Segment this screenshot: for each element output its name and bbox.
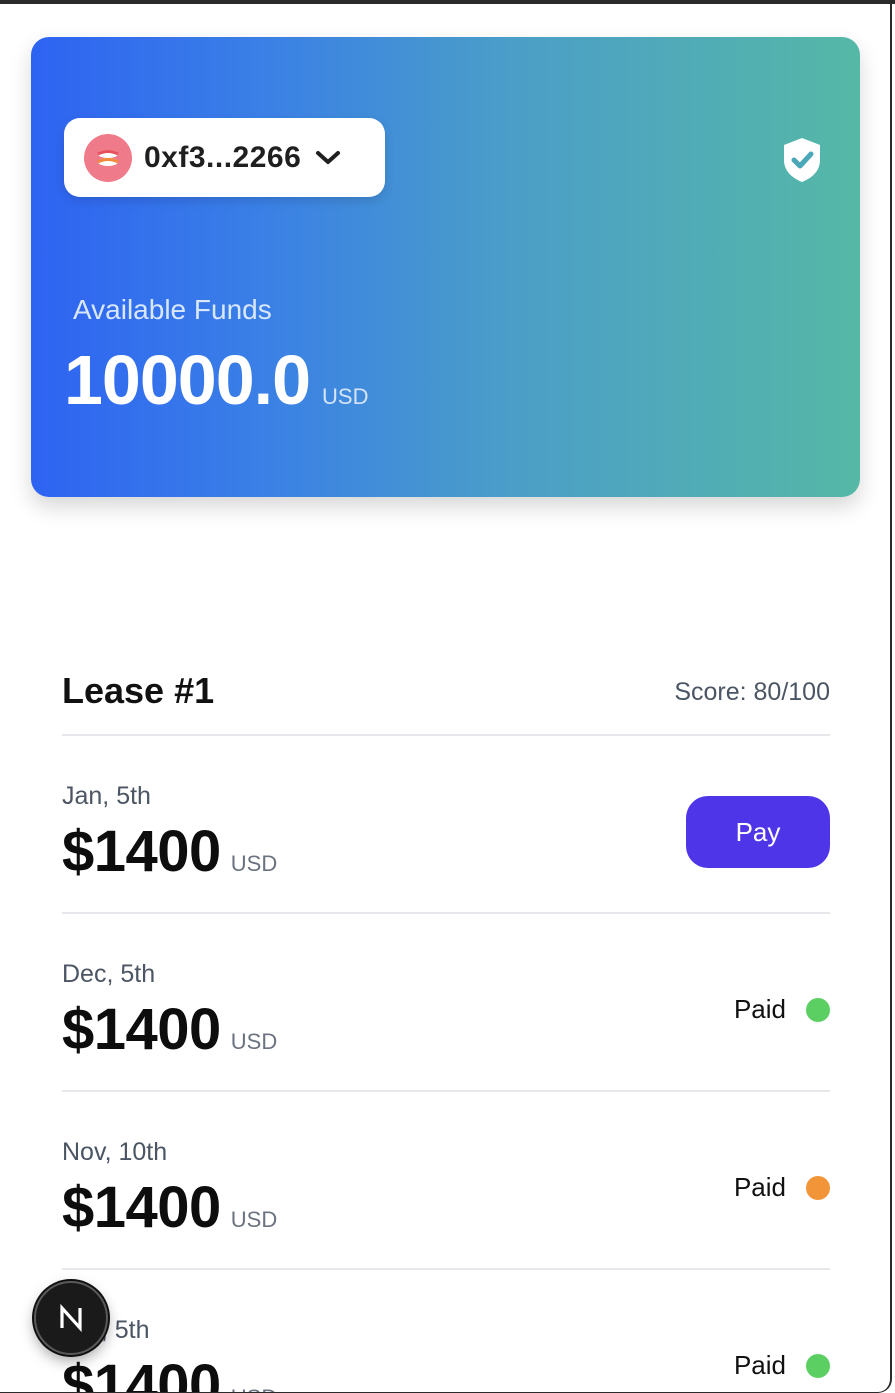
payment-row: Dec, 5th $1400 USD Paid <box>62 914 830 1092</box>
app-frame: 0xf3...2266 Available Funds 10000.0 USD … <box>0 4 892 1393</box>
available-funds-label: Available Funds <box>73 294 272 325</box>
payment-row: Jan, 5th $1400 USD Pay <box>62 736 830 914</box>
payment-currency: USD <box>230 851 278 876</box>
funds-amount: 10000.0 <box>64 341 311 419</box>
payment-amount: $1400 <box>62 997 221 1062</box>
nextjs-dev-indicator-button[interactable] <box>34 1281 108 1355</box>
payment-currency: USD <box>231 1385 277 1392</box>
sushi-avatar-icon <box>84 133 132 182</box>
payment-status: Paid <box>734 994 830 1025</box>
payment-amount: $1400 <box>62 819 221 884</box>
payment-currency: USD <box>230 1207 278 1232</box>
payment-currency: USD <box>230 1029 278 1054</box>
wallet-card: 0xf3...2266 Available Funds 10000.0 USD <box>31 37 860 497</box>
pay-button[interactable]: Pay <box>686 796 830 868</box>
payment-row: Oct, 5th $1400 USD Paid <box>62 1270 830 1393</box>
status-dot-icon <box>806 1175 830 1200</box>
payment-amount-group: $1400 USD <box>62 1352 277 1393</box>
status-dot-icon <box>806 997 830 1022</box>
payment-date: Jan, 5th <box>62 782 151 810</box>
lease-header: Lease #1 Score: 80/100 <box>62 668 830 736</box>
payment-status: Paid <box>734 1350 830 1381</box>
payment-status: Paid <box>734 1172 830 1203</box>
payment-date: Dec, 5th <box>62 960 156 988</box>
account-selector[interactable]: 0xf3...2266 <box>64 118 385 197</box>
lease-title: Lease #1 <box>62 670 215 711</box>
payment-amount: $1400 <box>62 1353 221 1393</box>
payment-row: Nov, 10th $1400 USD Paid <box>62 1092 830 1270</box>
nextjs-logo-icon <box>60 1303 82 1333</box>
payment-amount-group: $1400 USD <box>62 996 277 1063</box>
lease-score: Score: 80/100 <box>674 678 830 706</box>
available-funds: 10000.0 USD <box>64 340 369 420</box>
payment-amount-group: $1400 USD <box>62 1174 277 1241</box>
status-dot-icon <box>806 1353 830 1378</box>
payment-date: Nov, 10th <box>62 1138 168 1166</box>
shield-check-icon <box>780 136 824 184</box>
chevron-down-icon <box>315 148 341 168</box>
status-label: Paid <box>733 994 786 1024</box>
status-label: Paid <box>733 1172 786 1202</box>
account-address: 0xf3...2266 <box>144 140 302 174</box>
status-label: Paid <box>733 1350 786 1380</box>
payment-amount-group: $1400 USD <box>62 818 277 885</box>
payment-amount: $1400 <box>62 1175 221 1240</box>
funds-currency: USD <box>322 384 369 409</box>
